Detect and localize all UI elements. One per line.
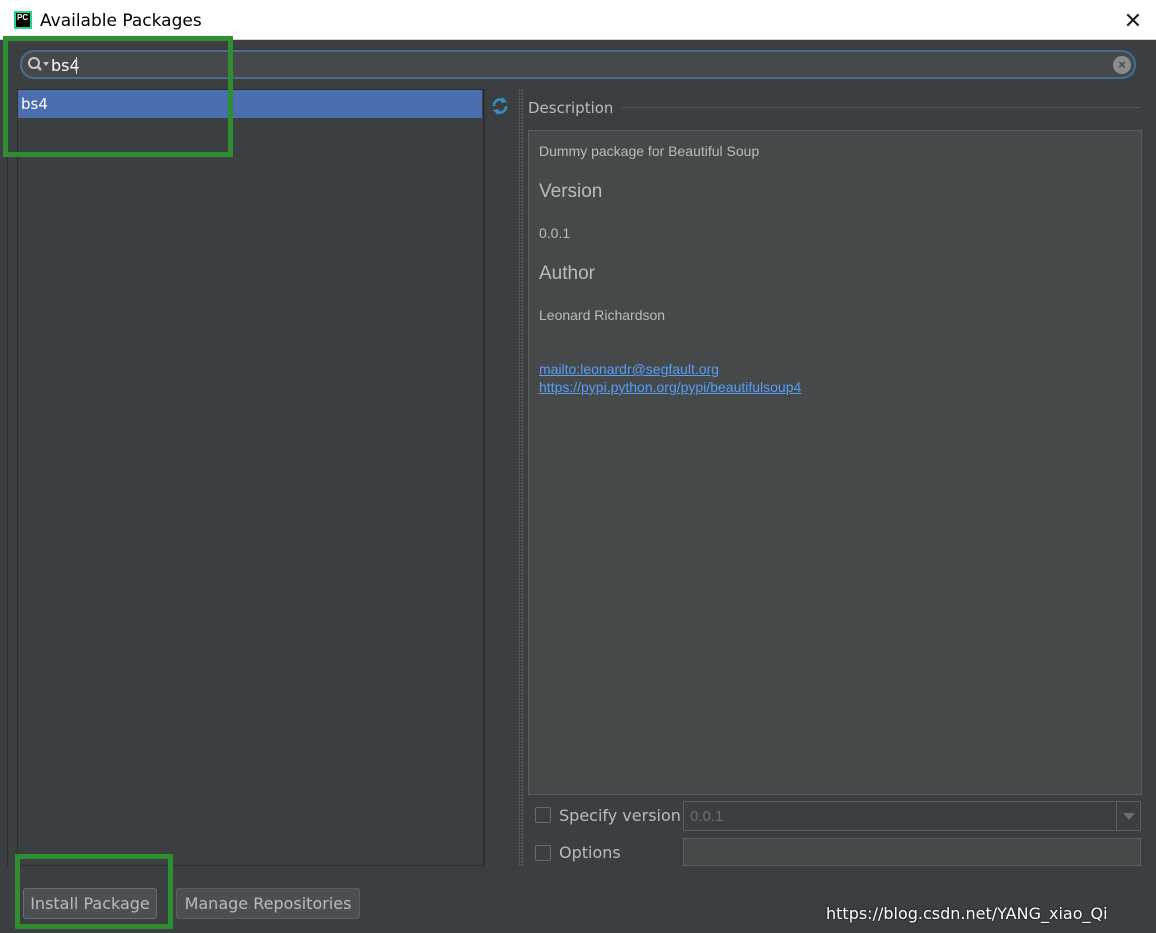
project-url-link[interactable]: https://pypi.python.org/pypi/beautifulso… <box>539 379 801 395</box>
package-summary: Dummy package for Beautiful Soup <box>539 143 760 159</box>
description-section-label: Description <box>528 99 614 117</box>
author-email-link[interactable]: mailto:leonardr@segfault.org <box>539 361 719 377</box>
search-highlight-box <box>3 36 233 157</box>
options-label[interactable]: Options <box>559 843 621 862</box>
author-value: Leonard Richardson <box>539 307 666 323</box>
specify-version-label[interactable]: Specify version <box>559 806 681 825</box>
install-highlight-box <box>15 854 173 929</box>
version-dropdown <box>683 801 1141 831</box>
options-field <box>683 838 1141 866</box>
version-dropdown-value: 0.0.1 <box>690 808 724 825</box>
author-heading: Author <box>539 263 595 284</box>
specify-version-checkbox[interactable] <box>535 807 551 823</box>
close-icon[interactable]: ✕ <box>1118 6 1148 36</box>
manage-repositories-button[interactable]: Manage Repositories <box>176 888 360 919</box>
version-heading: Version <box>539 181 603 202</box>
list-toolbar <box>484 89 516 866</box>
background-window-strip <box>0 40 8 933</box>
window-title: Available Packages <box>40 11 202 31</box>
panel-splitter-handle[interactable] <box>518 89 524 866</box>
watermark-text: https://blog.csdn.net/YANG_xiao_Qi <box>826 904 1108 923</box>
clear-search-icon[interactable]: × <box>1113 56 1131 74</box>
options-checkbox[interactable] <box>535 845 551 861</box>
package-list[interactable] <box>17 89 484 866</box>
description-divider <box>622 107 1140 108</box>
pycharm-app-icon: PC <box>14 11 32 29</box>
description-panel <box>528 130 1142 795</box>
chevron-down-icon <box>1123 813 1135 820</box>
refresh-icon[interactable] <box>489 95 511 117</box>
version-value: 0.0.1 <box>539 225 571 241</box>
